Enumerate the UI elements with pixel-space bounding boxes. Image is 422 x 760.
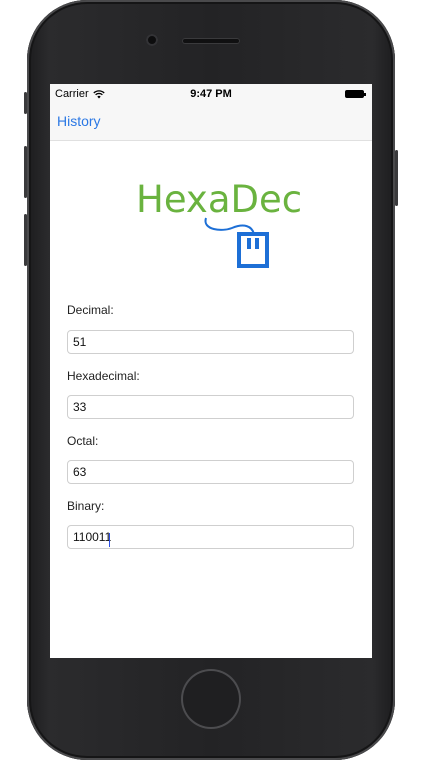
hexadec-logo: HexaDec [136, 178, 302, 268]
octal-field[interactable] [67, 460, 354, 484]
history-button[interactable]: History [57, 113, 101, 129]
navigation-bar: History [50, 104, 372, 141]
home-button[interactable] [183, 671, 239, 727]
octal-label: Octal: [67, 434, 99, 448]
app-screen: Carrier 9:47 PM History HexaDec Decimal:… [50, 84, 372, 658]
battery-icon [345, 90, 366, 98]
power-button [395, 150, 398, 206]
mouse-cable-icon [204, 217, 269, 268]
volume-up-button [24, 146, 27, 198]
status-time: 9:47 PM [190, 88, 232, 100]
binary-field[interactable] [67, 525, 354, 549]
earpiece-speaker [182, 38, 240, 44]
hexadecimal-label: Hexadecimal: [67, 369, 140, 383]
volume-down-button [24, 214, 27, 266]
binary-label: Binary: [67, 499, 105, 513]
mute-switch [24, 92, 27, 114]
decimal-label: Decimal: [67, 303, 114, 317]
status-bar: Carrier 9:47 PM [50, 84, 372, 104]
hexadecimal-field[interactable] [67, 395, 354, 419]
decimal-field[interactable] [67, 330, 354, 354]
front-camera [146, 34, 158, 46]
text-cursor [109, 533, 110, 547]
